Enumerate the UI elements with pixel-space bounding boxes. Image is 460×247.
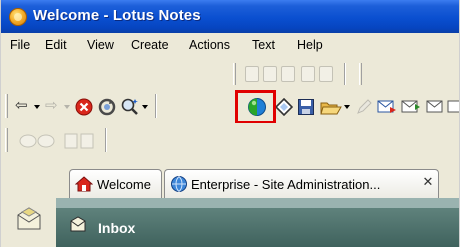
- globe-database-icon: [171, 176, 187, 192]
- reply-mail-icon[interactable]: [425, 98, 445, 116]
- mail-envelope-icon[interactable]: [15, 206, 43, 232]
- diamond-bookmark-icon[interactable]: [275, 98, 293, 116]
- toolbar-grip[interactable]: [5, 128, 8, 152]
- lotus-notes-app-icon[interactable]: [9, 8, 27, 26]
- tab-welcome[interactable]: Welcome: [69, 169, 162, 198]
- back-arrow-icon[interactable]: ⇦: [15, 98, 28, 113]
- menu-bar: File Edit View Create Actions Text Help: [1, 33, 459, 59]
- tab-enterprise-site-administration[interactable]: Enterprise - Site Administration... ✕: [164, 169, 439, 198]
- paste-special-icon[interactable]: [301, 66, 315, 82]
- toolbar-navigation: ⇦ ⇨: [1, 89, 460, 123]
- inbox-panel: Inbox: [56, 198, 459, 247]
- menu-help[interactable]: Help: [297, 38, 323, 52]
- toolbar-separator: [344, 63, 346, 85]
- toolbar-separator: [155, 94, 157, 118]
- forward-mail-icon[interactable]: [401, 98, 421, 116]
- find-icon[interactable]: [319, 66, 333, 82]
- menu-edit[interactable]: Edit: [45, 38, 67, 52]
- inbox-icon: [70, 216, 86, 232]
- menu-actions[interactable]: Actions: [189, 38, 230, 52]
- toolbar-grip[interactable]: [5, 94, 8, 118]
- toolbar-secondary: [1, 123, 459, 157]
- folder-dropdown-icon[interactable]: [344, 105, 350, 109]
- toolbar-grip[interactable]: [359, 63, 362, 85]
- menu-text[interactable]: Text: [252, 38, 275, 52]
- close-tab-icon[interactable]: ✕: [421, 175, 435, 189]
- open-folder-icon[interactable]: [319, 97, 343, 117]
- lotus-notes-window: Welcome - Lotus Notes File Edit View Cre…: [0, 0, 460, 247]
- menu-create[interactable]: Create: [131, 38, 169, 52]
- send-mail-icon[interactable]: [377, 98, 397, 116]
- window-title: Welcome - Lotus Notes: [33, 7, 201, 24]
- more-tools-icon[interactable]: [447, 98, 460, 116]
- toolbar-edit: [1, 59, 459, 89]
- tab-enterprise-label: Enterprise - Site Administration...: [191, 177, 381, 192]
- paste-icon[interactable]: [281, 66, 295, 82]
- inbox-panel-header: [56, 198, 459, 208]
- forward-dropdown-icon[interactable]: [64, 105, 70, 109]
- tab-welcome-label: Welcome: [97, 177, 151, 192]
- stop-icon[interactable]: [75, 98, 93, 116]
- home-icon: [75, 176, 93, 192]
- save-icon[interactable]: [297, 98, 315, 116]
- edit-pencil-icon[interactable]: [355, 98, 373, 116]
- search-dropdown-icon[interactable]: [142, 105, 148, 109]
- forward-arrow-icon[interactable]: ⇨: [45, 98, 58, 113]
- left-rail: [1, 198, 56, 247]
- title-bar[interactable]: Welcome - Lotus Notes: [1, 0, 459, 33]
- chat-bubbles-icon[interactable]: [19, 132, 59, 150]
- cut-icon[interactable]: [245, 66, 259, 82]
- refresh-icon[interactable]: [97, 97, 117, 117]
- toolbar-grip[interactable]: [233, 63, 236, 85]
- search-icon[interactable]: [120, 97, 140, 117]
- menu-file[interactable]: File: [10, 38, 30, 52]
- copy-icon[interactable]: [263, 66, 277, 82]
- attachment-icon[interactable]: [63, 132, 97, 150]
- toolbar-separator: [105, 128, 107, 152]
- menu-view[interactable]: View: [87, 38, 114, 52]
- highlight-box: [235, 90, 276, 124]
- back-dropdown-icon[interactable]: [34, 105, 40, 109]
- inbox-label[interactable]: Inbox: [98, 220, 135, 236]
